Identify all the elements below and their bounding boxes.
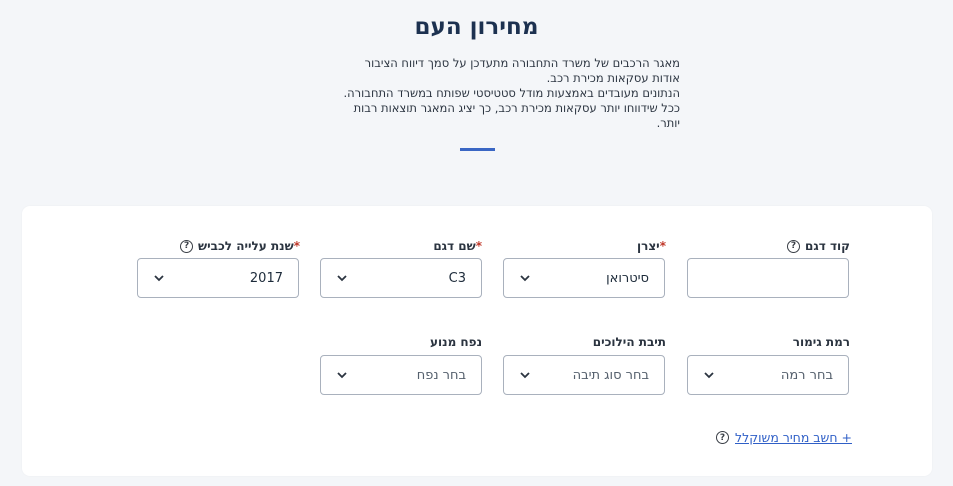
chevron-down-icon <box>153 272 165 284</box>
year-label-text: שנת עלייה לכביש <box>198 239 294 253</box>
gearbox-label: תיבת הילוכים <box>516 335 666 349</box>
chevron-down-icon <box>703 369 715 381</box>
title-underline <box>460 148 495 151</box>
chevron-down-icon <box>519 369 531 381</box>
year-value: 2017 <box>249 270 283 286</box>
manufacturer-label-text: יצרן <box>637 239 660 253</box>
manufacturer-select[interactable]: סיטרואן <box>503 258 665 298</box>
engine-volume-label: נפח מנוע <box>332 335 482 349</box>
page-description: מאגר הרכבים של משרד התחבורה מתעדכן על סמ… <box>250 56 680 131</box>
description-line: אודות עסקאות מכירת רכב. <box>546 71 680 85</box>
trim-level-label-text: רמת גימור <box>792 335 850 349</box>
manufacturer-value: סיטרואן <box>606 270 649 286</box>
model-name-label: *שם דגם <box>332 239 482 253</box>
help-icon[interactable]: ? <box>180 239 194 253</box>
model-code-label: קוד דגם ? <box>700 239 850 253</box>
trim-level-select[interactable]: בחר רמה <box>687 355 849 395</box>
model-name-label-text: שם דגם <box>433 239 476 253</box>
help-icon[interactable]: ? <box>787 239 801 253</box>
gearbox-placeholder: בחר סוג תיבה <box>572 367 649 383</box>
model-code-input[interactable] <box>687 258 849 298</box>
required-mark: * <box>659 239 666 253</box>
weighted-price-link[interactable]: + חשב מחיר משוקלל <box>735 430 852 445</box>
year-select[interactable]: 2017 <box>137 258 299 298</box>
description-line: יותר. <box>656 116 680 130</box>
gearbox-select[interactable]: בחר סוג תיבה <box>503 355 665 395</box>
model-name-select[interactable]: C3 <box>320 258 482 298</box>
description-line: הנתונים מעובדים באמצעות מודל סטטיסטי שפו… <box>343 86 680 100</box>
model-name-value: C3 <box>448 270 466 286</box>
trim-level-placeholder: בחר רמה <box>780 367 833 383</box>
trim-level-label: רמת גימור <box>700 335 850 349</box>
year-label: *שנת עלייה לכביש ? <box>150 239 300 253</box>
chevron-down-icon <box>336 272 348 284</box>
chevron-down-icon <box>519 272 531 284</box>
description-line: ככל שידווחו יותר עסקאות מכירת רכב, כך יצ… <box>353 101 680 115</box>
manufacturer-label: *יצרן <box>516 239 666 253</box>
required-mark: * <box>475 239 482 253</box>
page-title: מחירון העם <box>414 14 539 40</box>
engine-volume-select[interactable]: בחר נפח <box>320 355 482 395</box>
model-code-label-text: קוד דגם <box>805 239 850 253</box>
description-line: מאגר הרכבים של משרד התחבורה מתעדכן על סמ… <box>364 56 680 70</box>
engine-volume-placeholder: בחר נפח <box>416 367 466 383</box>
required-mark: * <box>293 239 300 253</box>
chevron-down-icon <box>336 369 348 381</box>
gearbox-label-text: תיבת הילוכים <box>592 335 666 349</box>
help-icon[interactable]: ? <box>716 431 729 444</box>
engine-volume-label-text: נפח מנוע <box>430 335 482 349</box>
weighted-price-row: + חשב מחיר משוקלל ? <box>716 430 852 445</box>
